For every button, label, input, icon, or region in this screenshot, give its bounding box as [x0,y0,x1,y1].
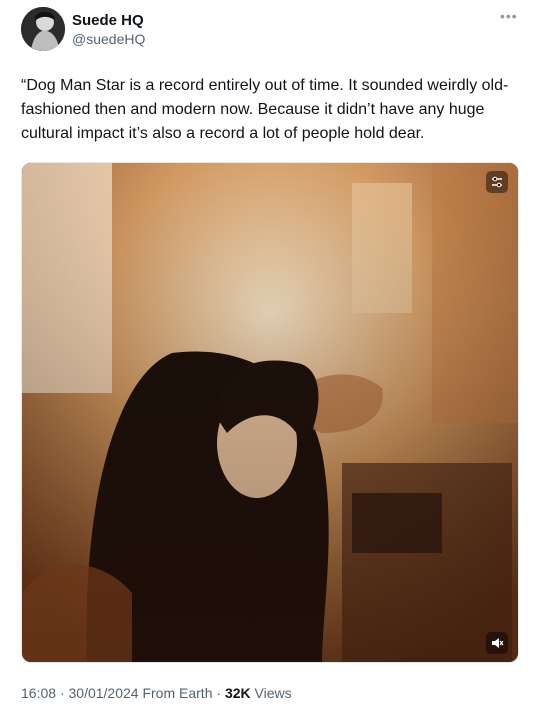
views-count: 32K [224,685,251,701]
speaker-icon [492,638,504,648]
author-avatar[interactable] [21,7,65,51]
avatar-image [21,7,65,51]
tweet-video[interactable] [21,162,519,663]
post-source: From Earth [142,685,213,701]
volume-muted-icon[interactable] [486,632,508,654]
video-frame [22,163,518,662]
separator: · [216,685,222,701]
tweet-text: “Dog Man Star is a record entirely out o… [21,77,509,142]
views-label: Views [254,685,292,701]
more-options-icon[interactable]: ••• [500,8,518,26]
tweet-meta: 16:08 · 30/01/2024 From Earth · 32K View… [21,685,292,701]
post-time[interactable]: 16:08 [21,685,56,701]
separator: · [59,685,65,701]
settings-icon [492,176,502,188]
author-handle[interactable]: @suedeHQ [72,31,145,47]
author-name[interactable]: Suede HQ [72,12,144,29]
video-settings-icon[interactable] [486,171,508,193]
post-date[interactable]: 30/01/2024 [69,685,139,701]
